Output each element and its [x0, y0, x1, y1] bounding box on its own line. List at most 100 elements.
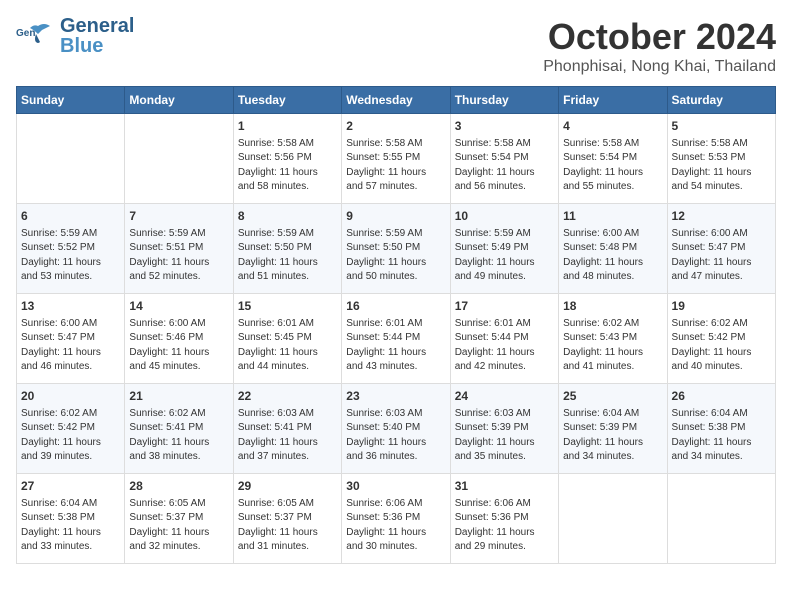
calendar-week-3: 20Sunrise: 6:02 AM Sunset: 5:42 PM Dayli… [17, 384, 776, 474]
day-number: 28 [129, 478, 228, 495]
day-number: 22 [238, 388, 337, 405]
day-number: 30 [346, 478, 445, 495]
day-number: 1 [238, 118, 337, 135]
day-info: Sunrise: 6:00 AM Sunset: 5:47 PM Dayligh… [672, 227, 771, 285]
day-info: Sunrise: 6:02 AM Sunset: 5:42 PM Dayligh… [672, 317, 771, 375]
day-info: Sunrise: 6:04 AM Sunset: 5:38 PM Dayligh… [21, 497, 120, 555]
day-info: Sunrise: 5:59 AM Sunset: 5:51 PM Dayligh… [129, 227, 228, 285]
day-number: 3 [455, 118, 554, 135]
calendar-cell: 29Sunrise: 6:05 AM Sunset: 5:37 PM Dayli… [233, 474, 341, 564]
calendar-cell: 21Sunrise: 6:02 AM Sunset: 5:41 PM Dayli… [125, 384, 233, 474]
day-info: Sunrise: 6:05 AM Sunset: 5:37 PM Dayligh… [238, 497, 337, 555]
weekday-header-tuesday: Tuesday [233, 87, 341, 114]
calendar-cell: 31 Sunrise: 6:06 AM Sunset: 5:36 PM Dayli… [450, 474, 558, 564]
calendar-cell [667, 474, 775, 564]
day-info: Sunrise: 5:58 AM Sunset: 5:55 PM Dayligh… [346, 137, 445, 195]
location: Phonphisai, Nong Khai, Thailand [543, 58, 776, 76]
weekday-header-sunday: Sunday [17, 87, 125, 114]
day-number: 17 [455, 298, 554, 315]
day-info: Sunrise: 6:03 AM Sunset: 5:39 PM Dayligh… [455, 407, 554, 465]
day-number: 15 [238, 298, 337, 315]
calendar-cell: 12 Sunrise: 6:00 AM Sunset: 5:47 PM Dayli… [667, 204, 775, 294]
calendar-cell: 30Sunrise: 6:06 AM Sunset: 5:36 PM Dayli… [342, 474, 450, 564]
day-info: Sunrise: 6:03 AM Sunset: 5:40 PM Dayligh… [346, 407, 445, 465]
day-number: 13 [21, 298, 120, 315]
calendar-cell: 27 Sunrise: 6:04 AM Sunset: 5:38 PM Dayli… [17, 474, 125, 564]
calendar-cell: 17 Sunrise: 6:01 AM Sunset: 5:44 PM Dayli… [450, 294, 558, 384]
day-number: 2 [346, 118, 445, 135]
calendar-header: SundayMondayTuesdayWednesdayThursdayFrid… [17, 87, 776, 114]
day-number: 4 [563, 118, 662, 135]
logo-blue-text: Blue [60, 36, 134, 56]
day-number: 12 [672, 208, 771, 225]
logo-icon: Gen [16, 16, 56, 56]
day-number: 7 [129, 208, 228, 225]
calendar-cell: 4 Sunrise: 5:58 AM Sunset: 5:54 PM Daylig… [559, 114, 667, 204]
calendar-week-2: 13 Sunrise: 6:00 AM Sunset: 5:47 PM Dayli… [17, 294, 776, 384]
weekday-header-monday: Monday [125, 87, 233, 114]
day-number: 21 [129, 388, 228, 405]
day-info: Sunrise: 5:58 AM Sunset: 5:53 PM Dayligh… [672, 137, 771, 195]
calendar-cell [559, 474, 667, 564]
calendar-cell: 18 Sunrise: 6:02 AM Sunset: 5:43 PM Dayli… [559, 294, 667, 384]
calendar-cell: 10 Sunrise: 5:59 AM Sunset: 5:49 PM Dayli… [450, 204, 558, 294]
day-number: 11 [563, 208, 662, 225]
weekday-header-thursday: Thursday [450, 87, 558, 114]
day-number: 8 [238, 208, 337, 225]
day-info: Sunrise: 6:06 AM Sunset: 5:36 PM Dayligh… [455, 497, 554, 555]
day-number: 14 [129, 298, 228, 315]
page-header: Gen General Blue October 2024 Phonphisai… [16, 16, 776, 76]
day-number: 26 [672, 388, 771, 405]
calendar-cell [125, 114, 233, 204]
calendar-cell: 24Sunrise: 6:03 AM Sunset: 5:39 PM Dayli… [450, 384, 558, 474]
title-section: October 2024 Phonphisai, Nong Khai, Thai… [543, 16, 776, 76]
calendar-table: SundayMondayTuesdayWednesdayThursdayFrid… [16, 86, 776, 564]
day-info: Sunrise: 6:00 AM Sunset: 5:48 PM Dayligh… [563, 227, 662, 285]
logo-name: General Blue [60, 16, 134, 56]
logo-general-text: General [60, 16, 134, 36]
day-number: 10 [455, 208, 554, 225]
day-number: 31 [455, 478, 554, 495]
calendar-cell: 23 Sunrise: 6:03 AM Sunset: 5:40 PM Dayli… [342, 384, 450, 474]
weekday-row: SundayMondayTuesdayWednesdayThursdayFrid… [17, 87, 776, 114]
day-number: 23 [346, 388, 445, 405]
calendar-cell [17, 114, 125, 204]
day-info: Sunrise: 6:01 AM Sunset: 5:44 PM Dayligh… [346, 317, 445, 375]
calendar-cell: 5 Sunrise: 5:58 AM Sunset: 5:53 PM Daylig… [667, 114, 775, 204]
calendar-cell: 7 Sunrise: 5:59 AM Sunset: 5:51 PM Daylig… [125, 204, 233, 294]
day-number: 25 [563, 388, 662, 405]
calendar-cell: 6Sunrise: 5:59 AM Sunset: 5:52 PM Daylig… [17, 204, 125, 294]
day-info: Sunrise: 5:59 AM Sunset: 5:50 PM Dayligh… [238, 227, 337, 285]
calendar-cell: 3 Sunrise: 5:58 AM Sunset: 5:54 PM Daylig… [450, 114, 558, 204]
day-info: Sunrise: 6:01 AM Sunset: 5:44 PM Dayligh… [455, 317, 554, 375]
day-info: Sunrise: 6:00 AM Sunset: 5:46 PM Dayligh… [129, 317, 228, 375]
calendar-cell: 19 Sunrise: 6:02 AM Sunset: 5:42 PM Dayli… [667, 294, 775, 384]
calendar-cell: 8 Sunrise: 5:59 AM Sunset: 5:50 PM Daylig… [233, 204, 341, 294]
day-number: 16 [346, 298, 445, 315]
day-number: 5 [672, 118, 771, 135]
svg-text:Gen: Gen [16, 28, 35, 39]
day-number: 18 [563, 298, 662, 315]
calendar-week-0: 1Sunrise: 5:58 AM Sunset: 5:56 PM Daylig… [17, 114, 776, 204]
calendar-cell: 13 Sunrise: 6:00 AM Sunset: 5:47 PM Dayli… [17, 294, 125, 384]
calendar-cell: 1Sunrise: 5:58 AM Sunset: 5:56 PM Daylig… [233, 114, 341, 204]
day-number: 6 [21, 208, 120, 225]
day-number: 19 [672, 298, 771, 315]
day-number: 20 [21, 388, 120, 405]
day-info: Sunrise: 5:59 AM Sunset: 5:49 PM Dayligh… [455, 227, 554, 285]
calendar-cell: 15Sunrise: 6:01 AM Sunset: 5:45 PM Dayli… [233, 294, 341, 384]
weekday-header-saturday: Saturday [667, 87, 775, 114]
day-info: Sunrise: 6:00 AM Sunset: 5:47 PM Dayligh… [21, 317, 120, 375]
day-info: Sunrise: 5:58 AM Sunset: 5:54 PM Dayligh… [455, 137, 554, 195]
calendar-cell: 16 Sunrise: 6:01 AM Sunset: 5:44 PM Dayli… [342, 294, 450, 384]
day-info: Sunrise: 6:03 AM Sunset: 5:41 PM Dayligh… [238, 407, 337, 465]
day-info: Sunrise: 6:04 AM Sunset: 5:38 PM Dayligh… [672, 407, 771, 465]
weekday-header-friday: Friday [559, 87, 667, 114]
day-info: Sunrise: 6:02 AM Sunset: 5:43 PM Dayligh… [563, 317, 662, 375]
calendar-week-4: 27 Sunrise: 6:04 AM Sunset: 5:38 PM Dayli… [17, 474, 776, 564]
day-info: Sunrise: 5:58 AM Sunset: 5:54 PM Dayligh… [563, 137, 662, 195]
weekday-header-wednesday: Wednesday [342, 87, 450, 114]
day-number: 27 [21, 478, 120, 495]
logo: Gen General Blue [16, 16, 134, 56]
calendar-cell: 20Sunrise: 6:02 AM Sunset: 5:42 PM Dayli… [17, 384, 125, 474]
